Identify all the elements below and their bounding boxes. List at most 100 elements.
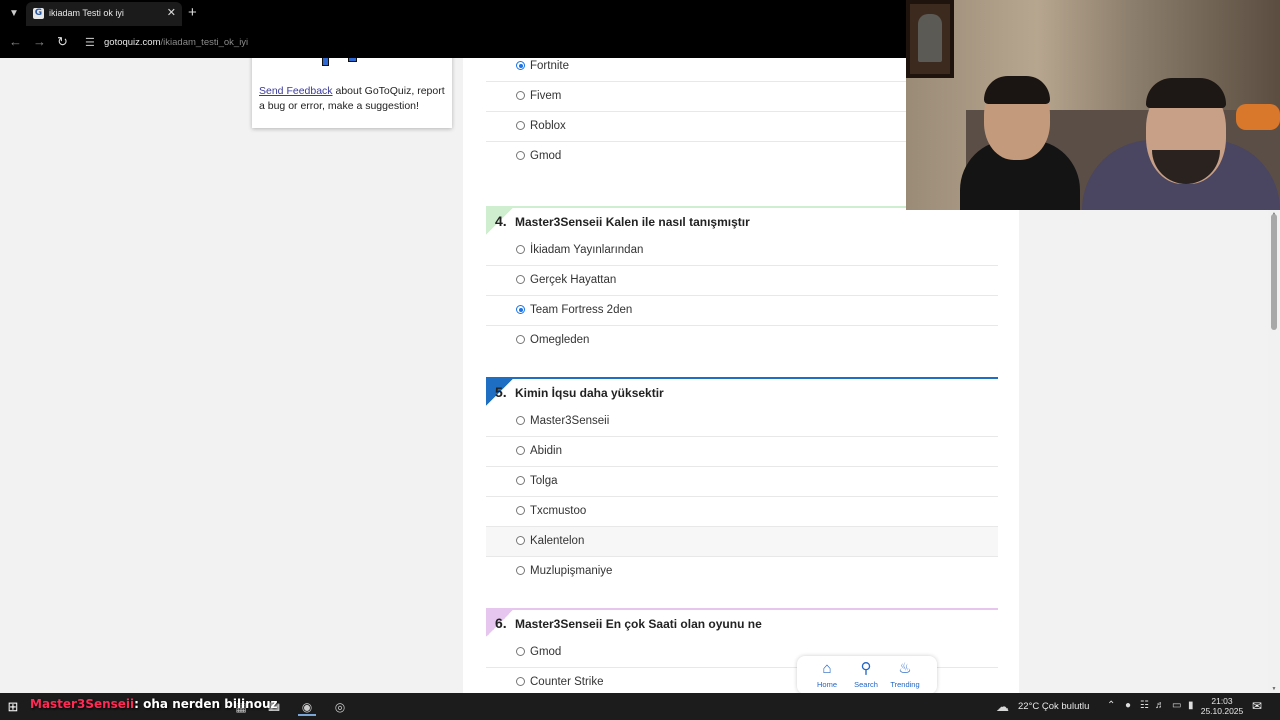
nav-search[interactable]: ⚲ Search bbox=[846, 660, 886, 689]
feedback-text: Send Feedback about GoToQuiz, report a b… bbox=[259, 84, 447, 114]
answer-label[interactable]: Omegleden bbox=[530, 334, 589, 346]
scroll-thumb[interactable] bbox=[1271, 214, 1277, 330]
answer-label[interactable]: Gmod bbox=[530, 646, 561, 658]
page-scrollbar[interactable]: ▲ ▼ bbox=[1268, 210, 1280, 693]
radio-button[interactable] bbox=[516, 416, 525, 425]
answer-option-ikiadam-yay-nlar-ndan[interactable]: İkiadam Yayınlarından bbox=[486, 236, 998, 266]
network-icon[interactable]: ☷ bbox=[1140, 700, 1149, 711]
reload-icon[interactable]: ↻ bbox=[57, 35, 68, 49]
answer-label[interactable]: Kalentelon bbox=[530, 535, 584, 547]
start-icon[interactable]: ⊞ bbox=[4, 698, 22, 716]
radio-button[interactable] bbox=[516, 91, 525, 100]
radio-button[interactable] bbox=[516, 275, 525, 284]
answer-option-team-fortress-2den[interactable]: Team Fortress 2den bbox=[486, 296, 998, 326]
radio-button[interactable] bbox=[516, 151, 525, 160]
question-number: 4. bbox=[495, 213, 507, 229]
weather-text[interactable]: 22°C Çok bulutlu bbox=[1018, 701, 1089, 712]
tab-title: ikiadam Testi ok iyi bbox=[49, 8, 124, 18]
nav-trending-label: Trending bbox=[890, 680, 920, 689]
home-icon: ⌂ bbox=[822, 660, 832, 677]
answer-label[interactable]: Fivem bbox=[530, 90, 561, 102]
back-icon[interactable]: ← bbox=[9, 35, 22, 49]
answer-label[interactable]: Abidin bbox=[530, 445, 562, 457]
nav-home[interactable]: ⌂ Home bbox=[807, 660, 847, 689]
close-tab-icon[interactable]: ✕ bbox=[167, 6, 176, 19]
address-bar[interactable]: gotoquiz.com/ikiadam_testi_ok_iyi bbox=[104, 37, 248, 48]
question-header: 4. Master3Senseii Kalen ile nasıl tanışmı… bbox=[486, 206, 998, 236]
answer-label[interactable]: Fortnite bbox=[530, 60, 569, 72]
webcam-wall-portrait bbox=[906, 0, 954, 78]
browser-tab[interactable]: G ikiadam Testi ok iyi ✕ bbox=[26, 2, 182, 26]
radio-button[interactable] bbox=[516, 121, 525, 130]
question-header: 6. Master3Senseii En çok Saati olan oyunu… bbox=[486, 608, 998, 638]
answer-option-txcmustoo[interactable]: Txcmustoo bbox=[486, 497, 998, 527]
radio-button[interactable] bbox=[516, 335, 525, 344]
question-divider bbox=[486, 377, 998, 379]
answer-option-muzlupismaniye[interactable]: Muzlupişmaniye bbox=[486, 557, 998, 587]
answer-label[interactable]: Tolga bbox=[530, 475, 558, 487]
stream-chat-message: Master3Senseii: oha nerden bilinouz bbox=[30, 697, 278, 711]
radio-button[interactable] bbox=[516, 61, 525, 70]
radio-button[interactable] bbox=[516, 536, 525, 545]
flame-icon: ♨ bbox=[898, 660, 912, 677]
answer-option-omegleden[interactable]: Omegleden bbox=[486, 326, 998, 356]
nav-search-label: Search bbox=[854, 680, 878, 689]
volume-icon[interactable]: ♬ bbox=[1155, 700, 1165, 711]
nav-trending[interactable]: ♨ Trending bbox=[885, 660, 925, 689]
question-text: Master3Senseii Kalen ile nasıl tanışmışt… bbox=[515, 215, 750, 229]
radio-button[interactable] bbox=[516, 476, 525, 485]
radio-button[interactable] bbox=[516, 677, 525, 686]
radio-button[interactable] bbox=[516, 566, 525, 575]
answer-label[interactable]: Gmod bbox=[530, 150, 561, 162]
radio-button[interactable] bbox=[516, 245, 525, 254]
cloud-icon[interactable]: ☁ bbox=[996, 699, 1009, 715]
send-feedback-link[interactable]: Send Feedback bbox=[259, 85, 333, 97]
answer-label[interactable]: Gerçek Hayattan bbox=[530, 274, 616, 286]
site-info-icon[interactable]: ☰ bbox=[85, 36, 95, 49]
answer-label[interactable]: Master3Senseii bbox=[530, 415, 609, 427]
radio-button[interactable] bbox=[516, 506, 525, 515]
answer-option-kalentelon[interactable]: Kalentelon bbox=[486, 527, 998, 557]
display-icon[interactable]: ▭ bbox=[1172, 700, 1181, 711]
answer-option-gercek-hayattan[interactable]: Gerçek Hayattan bbox=[486, 266, 998, 296]
answer-option-abidin[interactable]: Abidin bbox=[486, 437, 998, 467]
chevron-up-icon[interactable]: ⌃ bbox=[1107, 700, 1115, 711]
obs-icon[interactable]: ◎ bbox=[331, 698, 349, 716]
clock-time: 21:03 bbox=[1211, 696, 1233, 706]
answer-label[interactable]: İkiadam Yayınlarından bbox=[530, 244, 643, 256]
answer-label[interactable]: Txcmustoo bbox=[530, 505, 586, 517]
clock-date: 25.10.2025 bbox=[1200, 706, 1244, 716]
webcam-pillow bbox=[1236, 104, 1280, 130]
scroll-down-icon[interactable]: ▼ bbox=[1268, 686, 1280, 692]
nav-home-label: Home bbox=[816, 680, 837, 689]
new-tab-icon[interactable]: + bbox=[188, 4, 197, 22]
answer-label[interactable]: Roblox bbox=[530, 120, 566, 132]
tab-search-icon[interactable]: ▼ bbox=[6, 6, 22, 22]
answer-label[interactable]: Counter Strike bbox=[530, 676, 604, 688]
search-icon: ⚲ bbox=[860, 660, 872, 677]
answer-option-master3senseii[interactable]: Master3Senseii bbox=[486, 407, 998, 437]
radio-button[interactable] bbox=[516, 305, 525, 314]
answer-option-tolga[interactable]: Tolga bbox=[486, 467, 998, 497]
gotoquiz-favicon-icon: G bbox=[33, 8, 44, 19]
url-host: gotoquiz.com bbox=[104, 37, 161, 48]
chat-username: Master3Senseii bbox=[30, 697, 135, 711]
answer-label[interactable]: Team Fortress 2den bbox=[530, 304, 632, 316]
mascot-image-part bbox=[348, 58, 357, 62]
radio-button[interactable] bbox=[516, 446, 525, 455]
microphone-icon[interactable]: ● bbox=[1125, 700, 1131, 711]
chrome-icon[interactable]: ◉ bbox=[298, 698, 316, 716]
webcam-overlay bbox=[906, 0, 1280, 210]
battery-icon[interactable]: ▮ bbox=[1188, 700, 1194, 711]
forward-icon[interactable]: → bbox=[33, 35, 46, 49]
question-text: Master3Senseii En çok Saati olan oyunu n… bbox=[515, 617, 762, 631]
chat-text: : oha nerden bilinouz bbox=[134, 697, 278, 711]
notification-icon[interactable]: ✉ bbox=[1252, 699, 1262, 713]
windows-taskbar: ⊞ ▦ 🖿 ◉ ◎ Master3Senseii: oha nerden bil… bbox=[0, 693, 1280, 720]
question-number: 5. bbox=[495, 384, 507, 400]
screen: ▼ G ikiadam Testi ok iyi ✕ + ← → ↻ ☰ got… bbox=[0, 0, 1280, 720]
clock[interactable]: 21:03 25.10.2025 bbox=[1200, 696, 1244, 716]
radio-button[interactable] bbox=[516, 647, 525, 656]
mascot-image bbox=[322, 58, 329, 66]
answer-label[interactable]: Muzlupişmaniye bbox=[530, 565, 612, 577]
